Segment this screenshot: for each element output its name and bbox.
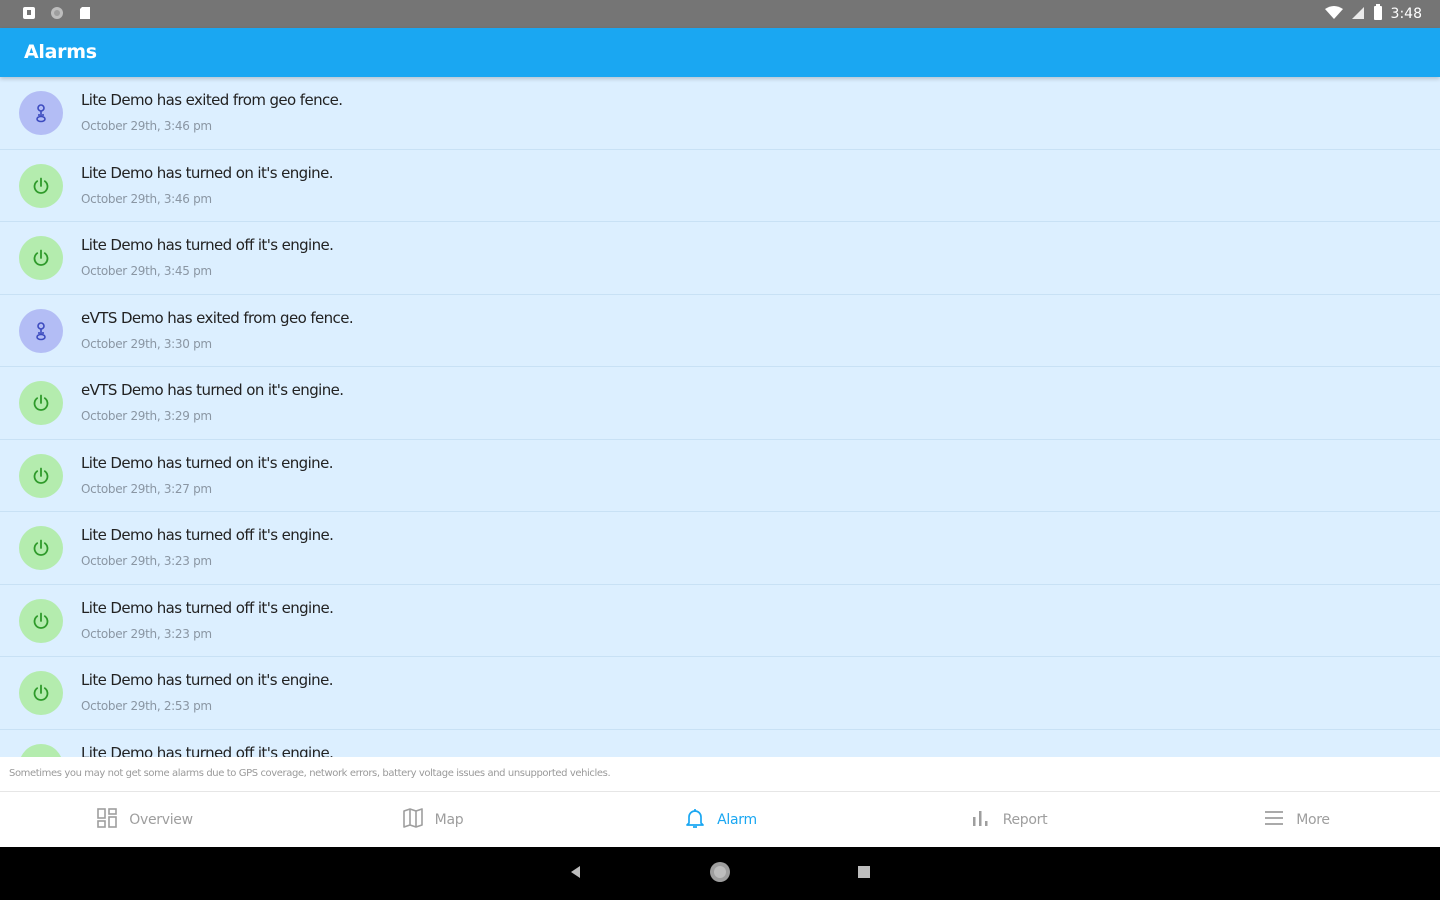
bar-chart-icon (969, 806, 993, 834)
power-icon (31, 538, 51, 558)
alarm-message: Lite Demo has exited from geo fence. (81, 91, 343, 109)
nav-report-label: Report (1002, 811, 1048, 828)
location-person-icon (31, 321, 51, 341)
alarm-notice: Sometimes you may not get some alarms du… (0, 757, 1440, 792)
home-button[interactable] (690, 847, 750, 900)
nav-report[interactable]: Report (864, 792, 1152, 847)
status-bar-left (22, 5, 92, 19)
alarm-message: Lite Demo has turned on it's engine. (81, 163, 333, 182)
signal-icon (1351, 5, 1365, 24)
alarm-avatar (19, 163, 63, 208)
alarm-message: Lite Demo has turned off it's engine. (81, 526, 334, 544)
alarm-timestamp: October 29th, 2:53 pm (81, 699, 212, 713)
alarm-timestamp: October 29th, 3:23 pm (81, 554, 212, 568)
power-icon (31, 248, 51, 268)
nav-map-label: Map (434, 811, 464, 828)
alarm-timestamp: October 29th, 3:29 pm (81, 409, 212, 423)
nav-alarm-label: Alarm (717, 811, 757, 828)
alarm-avatar (19, 91, 63, 135)
alarm-avatar (19, 236, 63, 280)
power-icon (31, 176, 51, 196)
back-icon (568, 864, 584, 884)
power-icon (31, 466, 51, 486)
power-icon (31, 611, 51, 631)
alarm-message: Lite Demo has turned off it's engine. (81, 236, 334, 254)
alarm-row[interactable]: Lite Demo has exited from geo fence. Octo… (0, 77, 1440, 150)
alarm-row[interactable]: eVTS Demo has turned on it's engine. Octo… (0, 367, 1440, 440)
status-bar-right: 3:48 (1324, 4, 1422, 24)
map-icon (401, 806, 425, 834)
alarm-row[interactable]: eVTS Demo has exited from geo fence. Octo… (0, 295, 1440, 367)
alarm-timestamp: October 29th, 3:27 pm (81, 481, 212, 496)
circle-icon (50, 5, 64, 19)
alarm-row[interactable]: Lite Demo has turned off it's engine. (0, 730, 1440, 758)
page-title: Alarms (24, 41, 97, 63)
bottom-nav: Overview Map Alarm Report More (0, 792, 1440, 847)
nav-overview-label: Overview (129, 811, 193, 828)
nav-more-label: More (1296, 811, 1330, 828)
alarm-row[interactable]: Lite Demo has turned off it's engine. Oct… (0, 222, 1440, 295)
back-button[interactable] (546, 847, 606, 900)
dashboard-icon (95, 806, 119, 834)
alarm-message: eVTS Demo has turned on it's engine. (81, 381, 344, 399)
battery-icon (1373, 4, 1383, 24)
nav-map[interactable]: Map (288, 792, 576, 847)
recents-icon (856, 864, 872, 884)
alarm-row[interactable]: Lite Demo has turned on it's engine. Octo… (0, 440, 1440, 512)
status-time: 3:48 (1390, 6, 1422, 22)
wifi-icon (1324, 5, 1343, 24)
app-bar: Alarms (0, 28, 1440, 77)
power-icon (31, 393, 51, 413)
system-nav-bar (0, 847, 1440, 900)
alarm-avatar (19, 598, 63, 643)
alarm-list[interactable]: Lite Demo has exited from geo fence. Octo… (0, 77, 1440, 757)
alarm-row[interactable]: Lite Demo has turned off it's engine. Oct… (0, 512, 1440, 585)
alarm-timestamp: October 29th, 3:23 pm (81, 626, 212, 641)
power-icon (31, 683, 51, 703)
alarm-timestamp: October 29th, 3:30 pm (81, 336, 212, 351)
bell-icon (683, 806, 707, 834)
menu-icon (1262, 806, 1286, 834)
alarm-avatar (19, 308, 63, 353)
status-bar: 3:48 (0, 0, 1440, 28)
notice-text: Sometimes you may not get some alarms du… (9, 768, 611, 779)
home-icon (709, 861, 731, 887)
alarm-row[interactable]: Lite Demo has turned on it's engine. Octo… (0, 657, 1440, 730)
alarm-avatar (19, 743, 63, 757)
alarm-row[interactable]: Lite Demo has turned on it's engine. Octo… (0, 150, 1440, 222)
alarm-timestamp: October 29th, 3:46 pm (81, 191, 212, 206)
alarm-timestamp: October 29th, 3:46 pm (81, 119, 212, 133)
alarm-avatar (19, 526, 63, 570)
recents-button[interactable] (834, 847, 894, 900)
alarm-message: Lite Demo has turned off it's engine. (81, 743, 334, 758)
alarm-avatar (19, 671, 63, 715)
nav-alarm[interactable]: Alarm (576, 792, 864, 847)
alarm-avatar (19, 453, 63, 498)
alarm-message: eVTS Demo has exited from geo fence. (81, 308, 354, 327)
sd-card-icon (78, 5, 92, 19)
alarm-timestamp: October 29th, 3:45 pm (81, 264, 212, 278)
alarm-message: Lite Demo has turned on it's engine. (81, 671, 333, 689)
alarm-message: Lite Demo has turned on it's engine. (81, 453, 333, 472)
alarm-avatar (19, 381, 63, 425)
alarm-row[interactable]: Lite Demo has turned off it's engine. Oct… (0, 585, 1440, 657)
nav-more[interactable]: More (1152, 792, 1440, 847)
nav-overview[interactable]: Overview (0, 792, 288, 847)
notification-icon (22, 5, 36, 19)
location-person-icon (31, 103, 51, 123)
alarm-message: Lite Demo has turned off it's engine. (81, 598, 334, 617)
